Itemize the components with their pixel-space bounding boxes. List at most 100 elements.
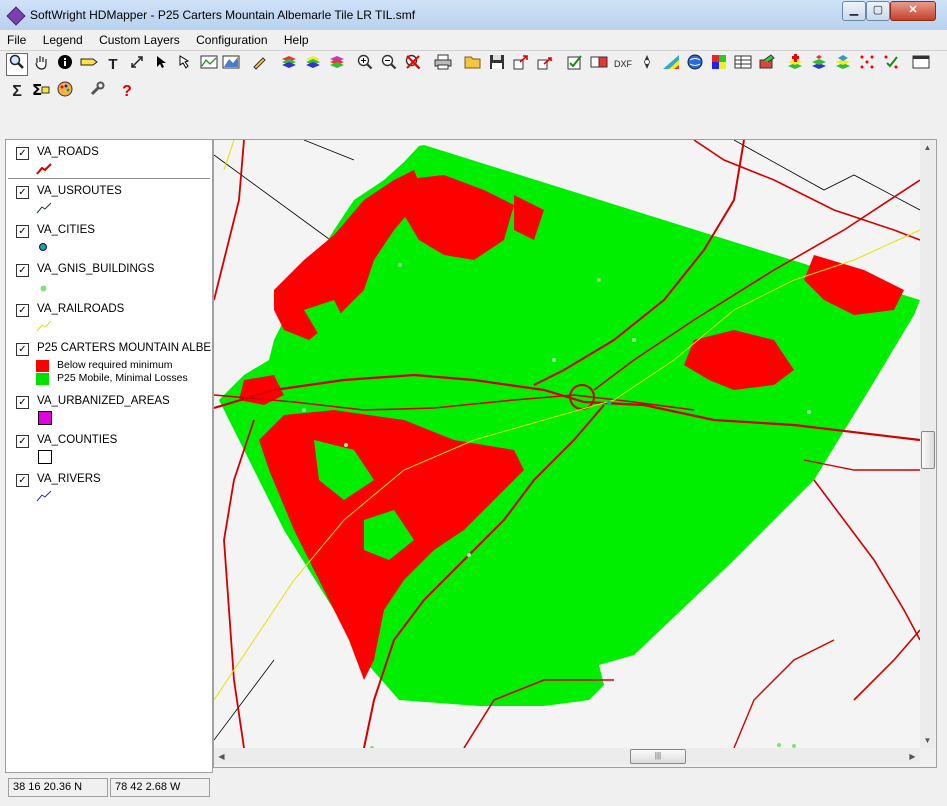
points-icon[interactable] [856,53,878,76]
zoom-in-icon[interactable] [354,53,376,76]
coverage-map [214,140,920,748]
counties-checkbox[interactable]: ✓ [16,435,29,448]
scroll-left-icon[interactable]: ◀ [214,749,229,764]
color-ramp-icon[interactable] [660,53,682,76]
scroll-down-icon[interactable]: ▼ [920,733,935,748]
sum-filter-icon[interactable]: Σ [30,80,52,103]
window-icon[interactable] [910,53,932,76]
layer-name: VA_USROUTES [37,185,122,197]
menu-configuration[interactable]: Configuration [189,30,273,47]
zoom-tool-icon[interactable] [6,53,28,76]
coverage-good-swatch [36,373,49,385]
compass-icon[interactable] [636,53,658,76]
sum-icon[interactable]: Σ [6,80,28,103]
label-icon[interactable] [78,53,100,76]
paint-icon[interactable] [756,53,778,76]
map-canvas[interactable] [214,140,920,748]
city-dot-icon [39,242,49,256]
scroll-up-icon[interactable]: ▲ [920,140,935,155]
coverage-good-label: P25 Mobile, Minimal Losses [57,372,188,384]
maximize-button[interactable]: ▢ [866,1,890,21]
route-line-icon [36,202,52,217]
info-icon[interactable] [54,53,76,76]
globe-icon[interactable] [684,53,706,76]
save-icon[interactable] [486,53,508,76]
horizontal-scrollbar[interactable]: ◀ ||| ▶ [214,748,920,765]
select-arrow-icon[interactable] [150,53,172,76]
graph-icon[interactable] [198,53,220,76]
coverage-bad-label: Below required minimum [57,359,173,371]
zoom-cancel-icon[interactable] [402,53,424,76]
layer-name: VA_GNIS_BUILDINGS [37,263,155,275]
menu-help[interactable]: Help [277,30,315,47]
layer-name: VA_COUNTIES [37,434,118,446]
zoom-out-icon[interactable] [378,53,400,76]
minimize-button[interactable]: ▁ [842,1,866,21]
status-bar: 38 16 20.36 N 78 42 2.68 W [0,774,947,806]
layer-name: VA_RAILROADS [37,303,125,315]
layer-name: VA_URBANIZED_AREAS [37,395,170,407]
coverage-bad-swatch [36,360,49,372]
measure-icon[interactable] [126,53,148,76]
layers-icon[interactable] [278,53,300,76]
help-icon[interactable]: ? [116,80,138,103]
urbanized-checkbox[interactable]: ✓ [16,396,29,409]
buildings-checkbox[interactable]: ✓ [16,264,29,277]
legend-divider [8,178,210,179]
menu-bar: File Legend Custom Layers Configuration … [0,30,947,51]
menu-legend[interactable]: Legend [36,30,89,47]
secondary-toolbar: Σ Σ ? [6,80,206,104]
railroad-line-icon [36,320,52,335]
cities-checkbox[interactable]: ✓ [16,225,29,238]
legend-panel: ✓ VA_ROADS ✓ VA_USROUTES ✓ VA_CITIES ✓ V… [5,139,213,773]
layer-name: VA_ROADS [37,146,99,158]
layers-color-icon[interactable] [326,53,348,76]
vertical-scrollbar[interactable]: ▲ ▼ [920,140,935,748]
print-icon[interactable] [432,53,454,76]
check-icon[interactable] [564,53,586,76]
latitude-readout: 38 16 20.36 N [8,778,108,797]
usroutes-checkbox[interactable]: ✓ [16,186,29,199]
open-folder-icon[interactable] [462,53,484,76]
pan-hand-icon[interactable] [30,53,52,76]
roads-checkbox[interactable]: ✓ [16,147,29,160]
window-title: SoftWright HDMapper - P25 Carters Mounta… [30,8,416,22]
dxf-icon[interactable]: DXF [612,53,634,76]
river-line-icon [36,490,52,505]
menu-file[interactable]: File [0,30,32,47]
counties-swatch [38,450,52,464]
wrench-icon[interactable] [86,80,108,103]
urbanized-swatch [38,411,52,425]
layers-add-icon[interactable] [302,53,324,76]
site-move-icon[interactable] [832,53,854,76]
table-icon[interactable] [732,53,754,76]
import-icon[interactable] [534,53,556,76]
title-bar: SoftWright HDMapper - P25 Carters Mounta… [0,0,947,31]
railroads-checkbox[interactable]: ✓ [16,304,29,317]
building-dot-icon [40,282,48,296]
menu-custom-layers[interactable]: Custom Layers [92,30,186,47]
road-line-icon [36,163,52,178]
convert-icon[interactable] [588,53,610,76]
rivers-checkbox[interactable]: ✓ [16,474,29,487]
coverage-checkbox[interactable]: ✓ [16,343,29,356]
horizontal-scroll-thumb[interactable]: ||| [630,749,686,764]
palette-icon[interactable] [54,80,76,103]
app-icon [6,6,26,26]
export-icon[interactable] [510,53,532,76]
site-add-icon[interactable] [784,53,806,76]
pencil-icon[interactable] [248,53,270,76]
vertical-scroll-thumb[interactable] [921,431,935,469]
scroll-right-icon[interactable]: ▶ [905,749,920,764]
svg-text:Σ: Σ [32,81,42,97]
point-check-icon[interactable] [880,53,902,76]
profile-icon[interactable] [220,53,242,76]
text-icon[interactable]: T [102,53,124,76]
close-button[interactable]: ✕ [890,1,936,21]
edit-node-icon[interactable] [174,53,196,76]
main-toolbar: T DXF [6,53,941,77]
site-edit-icon[interactable] [808,53,830,76]
layer-name: VA_CITIES [37,224,95,236]
grid-icon[interactable] [708,53,730,76]
layer-name: VA_RIVERS [37,473,101,485]
